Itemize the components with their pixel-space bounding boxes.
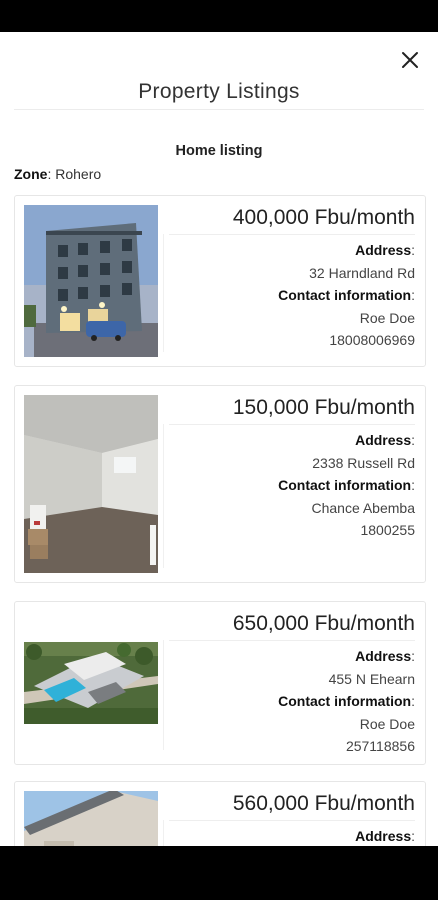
aerial-villa-photo (24, 642, 158, 724)
listing-contact-name: Roe Doe (359, 715, 415, 732)
listing-phone[interactable]: 257118856 (165, 735, 415, 758)
listing-address: 2338 Russell Rd (312, 454, 415, 471)
close-icon (402, 52, 418, 68)
listing-phone[interactable]: 18008006969 (165, 329, 415, 352)
property-listings-screen: Property Listings Home listing Zone: Roh… (0, 32, 438, 846)
listing-card[interactable]: 150,000 Fbu/month Address: 2338 Russell … (14, 385, 426, 583)
page-title: Property Listings (138, 80, 300, 103)
listing-card[interactable]: 400,000 Fbu/month Address: 32 Harndland … (14, 195, 426, 367)
title-divider (14, 109, 424, 110)
contact-label: Contact information (278, 287, 412, 303)
zone-label: Zone (14, 166, 48, 182)
contact-label: Contact information (278, 477, 412, 493)
listing-card[interactable]: 650,000 Fbu/month Address: 455 N Ehearn … (14, 601, 426, 765)
section-heading: Home listing (175, 143, 263, 159)
listing-phone[interactable]: 1800255 (165, 519, 415, 542)
listing-address: 455 N Ehearn (328, 670, 415, 687)
listing-card[interactable]: 560,000 Fbu/month Address: (14, 781, 426, 846)
listing-address: 32 Harndland Rd (309, 264, 415, 281)
listing-price: 150,000 Fbu/month (232, 396, 415, 419)
status-bar (0, 0, 438, 32)
address-label: Address (355, 432, 412, 448)
listing-price: 650,000 Fbu/month (232, 612, 415, 635)
zone-value: Rohero (55, 166, 102, 182)
address-label: Address (355, 828, 412, 844)
listing-contact-name: Roe Doe (359, 309, 415, 326)
close-button[interactable] (398, 48, 422, 72)
empty-room-photo (24, 395, 158, 573)
apartment-building-photo (24, 205, 158, 357)
address-label: Address (355, 242, 412, 258)
listing-price: 400,000 Fbu/month (232, 206, 415, 229)
address-label: Address (355, 648, 412, 664)
listing-price: 560,000 Fbu/month (232, 792, 415, 815)
contact-label: Contact information (278, 693, 412, 709)
zone-line: Zone: Rohero (14, 166, 102, 182)
navigation-bar (0, 846, 438, 900)
house-roof-photo (24, 791, 158, 846)
listing-contact-name: Chance Abemba (311, 499, 415, 516)
